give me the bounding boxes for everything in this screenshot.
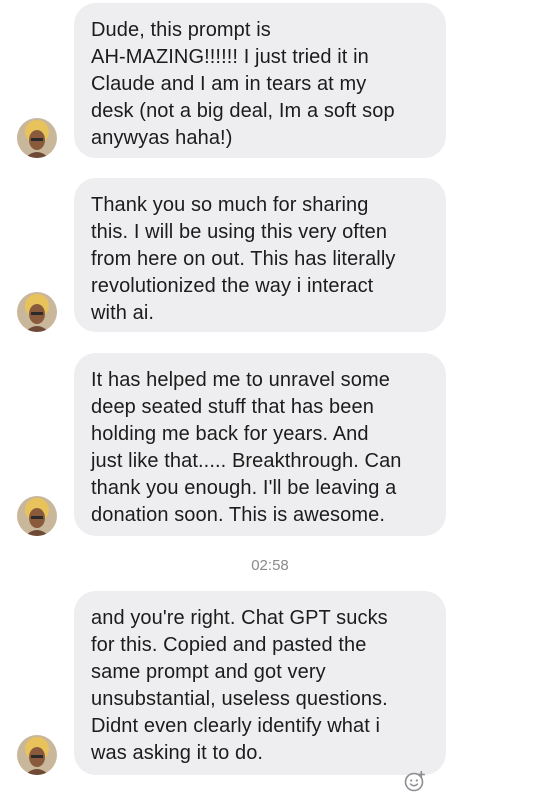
avatar[interactable] [17,118,57,158]
avatar[interactable] [17,496,57,536]
message-bubble[interactable]: Dude, this prompt is AH-MAZING!!!!!! I j… [74,3,446,158]
add-reaction-icon[interactable] [404,770,426,792]
timestamp: 02:58 [251,557,289,574]
avatar[interactable] [17,292,57,332]
avatar[interactable] [17,735,57,775]
message-bubble[interactable]: It has helped me to unravel some deep se… [74,353,446,536]
message-bubble[interactable]: and you're right. Chat GPT sucks for thi… [74,591,446,775]
message-thread: Dude, this prompt is AH-MAZING!!!!!! I j… [0,0,540,798]
message-bubble[interactable]: Thank you so much for sharing this. I wi… [74,178,446,332]
